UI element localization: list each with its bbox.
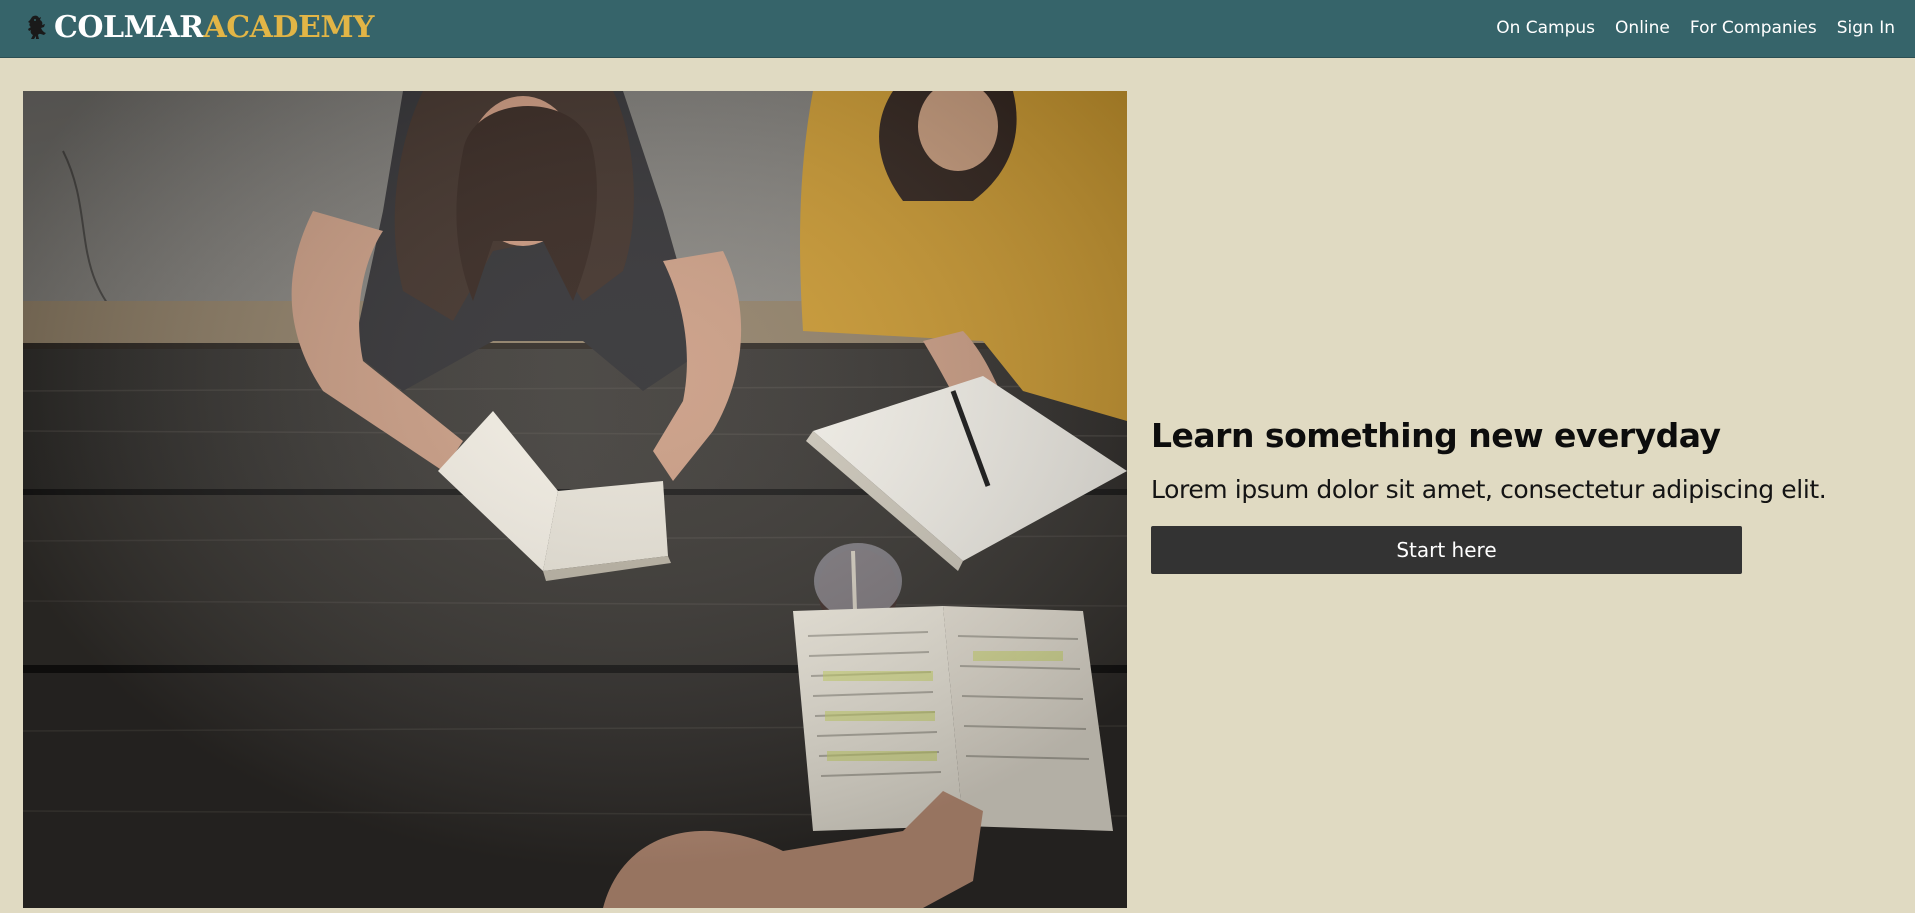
nav-link-on-campus[interactable]: On Campus	[1496, 0, 1595, 56]
brand-name-colmar: COLMAR	[54, 10, 204, 45]
brand-logo-link[interactable]: COLMARACADEMY	[26, 9, 374, 47]
hero-title: Learn something new everyday	[1151, 416, 1721, 455]
students-studying-photo	[23, 91, 1127, 908]
nav-link-sign-in[interactable]: Sign In	[1837, 0, 1895, 56]
primary-nav-links: On Campus Online For Companies Sign In	[1496, 0, 1895, 56]
top-navigation-bar: COLMARACADEMY On Campus Online For Compa…	[0, 0, 1915, 58]
brand-name-academy: ACADEMY	[203, 10, 375, 45]
start-here-button[interactable]: Start here	[1151, 526, 1742, 574]
hero-subtitle: Lorem ipsum dolor sit amet, consectetur …	[1151, 475, 1827, 504]
brand-name: COLMARACADEMY	[54, 9, 374, 47]
hero-copy: Learn something new everyday Lorem ipsum…	[1151, 414, 1891, 574]
nav-link-for-companies[interactable]: For Companies	[1690, 0, 1817, 56]
nav-link-online[interactable]: Online	[1615, 0, 1670, 56]
lion-rampant-icon	[28, 15, 46, 39]
